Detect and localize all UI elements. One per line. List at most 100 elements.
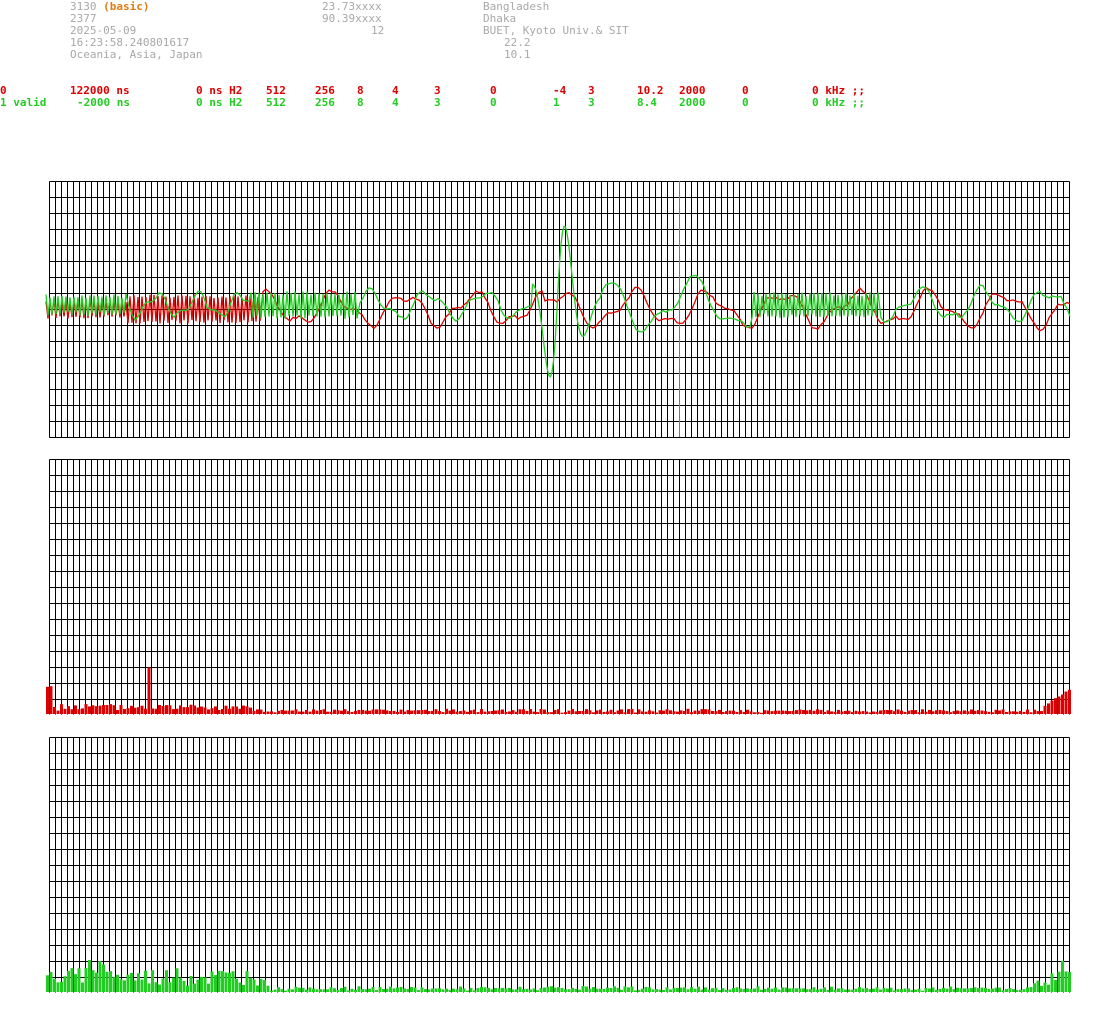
spectrum-bar xyxy=(466,990,469,992)
spectrum-bar xyxy=(186,707,189,714)
spectrum-bar xyxy=(287,988,291,992)
waveform-panel xyxy=(45,181,1071,438)
spectrum-bar xyxy=(49,686,53,714)
spectrum-bar xyxy=(987,711,991,714)
spectrum-bar xyxy=(837,709,840,714)
spectrum-bar xyxy=(714,987,718,992)
spectrum-bar xyxy=(119,705,123,714)
spectrum-bar xyxy=(900,989,903,992)
spectrum-bar xyxy=(1050,973,1054,992)
spectrum-bar xyxy=(455,989,459,992)
spectrum-bar xyxy=(217,970,221,992)
spectrum-bar xyxy=(826,710,830,714)
spectrum-bar xyxy=(420,987,424,992)
spectrum-bar xyxy=(508,711,511,714)
spectrum-bar xyxy=(294,709,298,714)
spectrum-bar xyxy=(480,709,483,714)
spectrum-bar xyxy=(168,705,172,714)
spectrum-bar xyxy=(606,987,609,992)
spectrum-bar xyxy=(956,987,959,992)
spectrum-bar xyxy=(721,712,725,714)
spectrum-bar xyxy=(903,711,907,714)
spectrum-bar xyxy=(620,989,623,992)
spectrum-bar xyxy=(431,988,434,992)
spectrum-bar xyxy=(329,711,333,714)
spectrum-bar xyxy=(249,707,252,714)
spectrum-bar xyxy=(837,988,840,992)
spectrum-bar xyxy=(567,989,571,992)
spectrum-bar xyxy=(494,987,497,992)
spectrum-bar xyxy=(273,989,277,992)
spectrum-bar xyxy=(578,989,581,992)
spectrum-bar xyxy=(571,987,574,992)
spectrum-bar xyxy=(515,711,518,714)
spectrum-bar xyxy=(812,987,816,992)
spectrum-bar xyxy=(88,960,91,992)
spectrum-bar xyxy=(357,709,361,714)
spectrum-bar xyxy=(490,711,494,714)
spectrum-bar xyxy=(336,989,340,992)
spectrum-bar xyxy=(518,986,522,992)
spectrum-bar xyxy=(623,712,627,714)
spectrum-bar xyxy=(725,711,728,714)
spectrum-bar xyxy=(707,709,711,714)
spectrum-bar xyxy=(518,709,522,714)
spectrum-bar xyxy=(333,988,336,992)
spectrum-bar xyxy=(497,988,501,992)
spectrum-bar xyxy=(578,711,581,714)
spectrum-bar xyxy=(130,972,133,992)
spectrum-bar xyxy=(308,987,312,992)
spectrum-bar xyxy=(861,711,865,714)
spectrum-bar xyxy=(658,989,662,992)
spectrum-bar xyxy=(378,987,382,992)
spectrum-bar xyxy=(949,986,952,992)
spectrum-bar xyxy=(749,989,753,992)
spectrum-bar xyxy=(588,988,592,992)
spectrum-bar xyxy=(728,989,732,992)
spectrum-bar xyxy=(889,710,893,714)
spectrum-bar xyxy=(746,988,749,992)
spectrum-bar xyxy=(529,989,532,992)
spectrum-bar xyxy=(973,987,977,992)
spectrum-bar xyxy=(487,711,490,714)
spectrum-bar xyxy=(312,988,315,992)
spectrum-bar xyxy=(291,989,294,992)
spectrum-bar xyxy=(721,988,725,992)
spectrum-bar xyxy=(452,988,455,992)
spectrum-bar xyxy=(193,705,196,714)
spectrum-bar xyxy=(74,974,77,992)
spectrum-bar xyxy=(200,976,203,992)
spectrum-bar xyxy=(123,709,126,714)
spectrum-bar xyxy=(406,710,410,714)
spectrum-bar xyxy=(354,710,357,714)
spectrum-bar xyxy=(746,709,749,714)
spectrum-bar xyxy=(1054,698,1057,714)
spectrum-bar xyxy=(616,710,620,714)
spectrum-bar xyxy=(917,712,921,714)
spectrum-bar xyxy=(840,988,844,992)
plot-canvas xyxy=(45,181,1071,993)
spectrum-bar xyxy=(273,712,277,714)
spectrum-bar xyxy=(378,709,382,714)
spectrum-bar xyxy=(585,709,588,714)
spectrum-bar xyxy=(788,988,791,992)
spectrum-bar xyxy=(242,705,245,714)
spectrum-bar xyxy=(616,987,620,992)
spectrum-bar xyxy=(903,988,907,992)
spectrum-bar xyxy=(151,708,154,714)
spectrum-bar xyxy=(448,710,452,714)
spectrum-bar xyxy=(1068,972,1071,992)
spectrum-bar xyxy=(98,705,102,714)
spectrum-bar xyxy=(399,986,403,992)
spectrum-bar xyxy=(648,710,651,714)
spectrum-bar xyxy=(795,710,798,714)
spectrum-bar xyxy=(1029,987,1033,992)
spectrum-bar xyxy=(970,709,973,714)
spectrum-bar xyxy=(270,990,273,992)
spectrum-bar xyxy=(252,710,256,714)
spectrum-bar xyxy=(679,710,683,714)
spectrum-bar xyxy=(977,988,980,992)
spectrum-bar xyxy=(81,708,84,714)
spectrum-bar xyxy=(238,708,242,714)
spectrum-panel-channel-0 xyxy=(46,459,1071,715)
